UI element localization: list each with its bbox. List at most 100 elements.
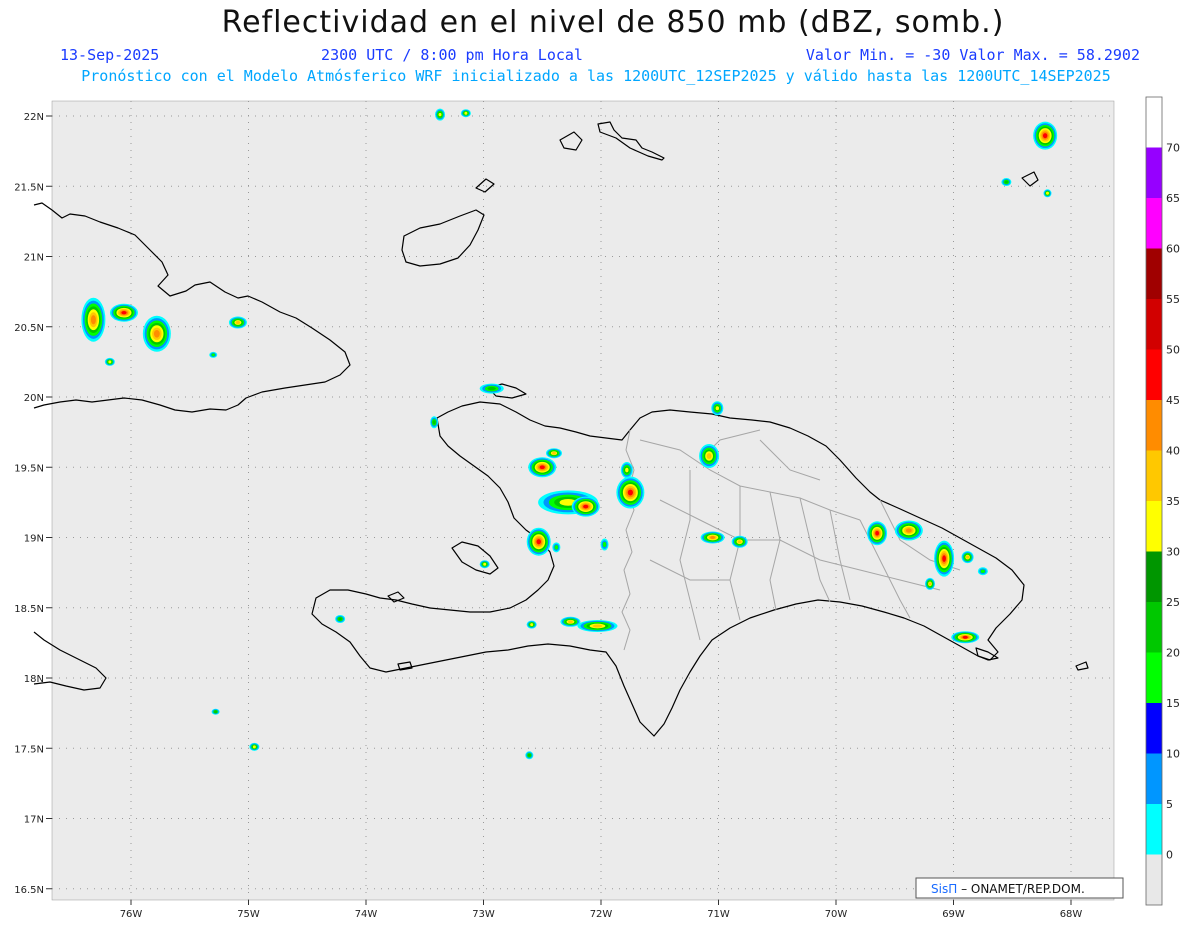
lon-tick-label: 71W xyxy=(707,909,730,920)
forecast-note: Pronóstico con el Modelo Atmósferico WRF… xyxy=(81,67,1111,85)
reflectivity-contour xyxy=(627,489,633,496)
legend-swatch xyxy=(1146,804,1162,855)
legend-swatch xyxy=(1146,97,1162,148)
lon-tick-label: 68W xyxy=(1060,909,1083,920)
legend-label: 65 xyxy=(1166,192,1180,205)
legend-label: 45 xyxy=(1166,394,1180,407)
legend-label: 15 xyxy=(1166,697,1180,710)
reflectivity-contour xyxy=(536,539,541,545)
forecast-time: 2300 UTC / 8:00 pm Hora Local xyxy=(321,46,583,64)
credit-accent: SisΠ xyxy=(931,882,957,896)
reflectivity-contour xyxy=(715,406,720,411)
legend-swatch xyxy=(1146,753,1162,804)
reflectivity-contour xyxy=(235,321,241,325)
lat-tick-label: 18.5N xyxy=(14,604,44,615)
legend-label: 40 xyxy=(1166,445,1180,458)
reflectivity-contour xyxy=(583,504,589,509)
reflectivity-contour xyxy=(625,467,629,473)
legend-swatch xyxy=(1146,551,1162,602)
reflectivity-contour xyxy=(1046,191,1049,195)
reflectivity-contour xyxy=(928,582,932,586)
longitude-labels: 76W 75W 74W 73W 72W 71W 70W 69W 68W xyxy=(120,900,1083,920)
lon-tick-label: 70W xyxy=(825,909,848,920)
legend-label: 25 xyxy=(1166,596,1180,609)
reflectivity-contour xyxy=(1042,133,1048,139)
reflectivity-contour xyxy=(153,329,160,338)
reflectivity-map-figure: Reflectividad en el nivel de 850 mb (dBZ… xyxy=(14,5,1180,920)
reflectivity-contour xyxy=(966,555,970,559)
lon-tick-label: 75W xyxy=(237,909,260,920)
reflectivity-contour xyxy=(1004,180,1009,184)
reflectivity-contour xyxy=(539,465,545,470)
legend-label: 0 xyxy=(1166,849,1173,862)
reflectivity-contour xyxy=(252,745,256,749)
legend-label: 30 xyxy=(1166,546,1180,559)
legend-swatch xyxy=(1146,147,1162,198)
reflectivity-contour xyxy=(464,111,468,115)
legend-label: 70 xyxy=(1166,142,1180,155)
reflectivity-contour xyxy=(568,620,573,624)
map-title: Reflectividad en el nivel de 850 mb (dBZ… xyxy=(222,5,1005,40)
reflectivity-contour xyxy=(706,453,712,459)
lat-tick-label: 18N xyxy=(24,674,44,685)
latitude-labels: 22N 21.5N 21N 20.5N 20N 19.5N 19N 18.5N 18N 17.5N… xyxy=(14,112,52,896)
lon-tick-label: 74W xyxy=(355,909,378,920)
legend-label: 55 xyxy=(1166,293,1180,306)
reflectivity-contour xyxy=(527,753,531,757)
legend-swatch xyxy=(1146,602,1162,653)
lat-tick-label: 21N xyxy=(24,253,44,264)
lat-tick-label: 16.5N xyxy=(14,885,44,896)
reflectivity-contour xyxy=(737,540,742,544)
legend-swatch xyxy=(1146,400,1162,451)
legend-label: 60 xyxy=(1166,243,1180,256)
reflectivity-contour xyxy=(530,623,534,627)
reflectivity-contour xyxy=(942,555,946,562)
lon-tick-label: 76W xyxy=(120,909,143,920)
lon-tick-label: 72W xyxy=(590,909,613,920)
lat-tick-label: 22N xyxy=(24,112,44,123)
lon-tick-label: 73W xyxy=(472,909,495,920)
reflectivity-contour xyxy=(905,528,912,533)
reflectivity-contour xyxy=(338,617,342,621)
legend-swatch xyxy=(1146,198,1162,249)
dbz-color-legend: 0 5 10 15 20 25 30 35 40 45 50 55 60 65 70 xyxy=(1145,96,1180,906)
legend-swatch xyxy=(1146,349,1162,400)
legend-swatch xyxy=(1146,501,1162,552)
reflectivity-contour xyxy=(592,624,603,628)
lat-tick-label: 17N xyxy=(24,815,44,826)
reflectivity-contour xyxy=(108,360,112,364)
reflectivity-contour xyxy=(121,311,127,315)
reflectivity-contour xyxy=(432,420,436,425)
legend-label: 10 xyxy=(1166,748,1180,761)
reflectivity-contour xyxy=(875,531,879,536)
legend-swatch xyxy=(1146,703,1162,754)
credit-text: SisΠ – ONAMET/REP.DOM. xyxy=(931,882,1085,896)
reflectivity-contour xyxy=(554,545,559,550)
lon-tick-label: 69W xyxy=(942,909,965,920)
legend-label: 20 xyxy=(1166,647,1180,660)
reflectivity-contour xyxy=(962,635,968,639)
lat-tick-label: 19N xyxy=(24,534,44,545)
value-min-max: Valor Min. = -30 Valor Max. = 58.2902 xyxy=(806,46,1140,64)
reflectivity-contour xyxy=(438,112,442,117)
legend-label: 35 xyxy=(1166,495,1180,508)
reflectivity-contour xyxy=(487,386,496,391)
reflectivity-contour xyxy=(211,353,216,357)
legend-label: 5 xyxy=(1166,798,1173,811)
lat-tick-label: 21.5N xyxy=(14,182,44,193)
legend-label: 50 xyxy=(1166,344,1180,357)
forecast-date: 13-Sep-2025 xyxy=(60,46,159,64)
reflectivity-contour xyxy=(602,541,607,548)
lat-tick-label: 17.5N xyxy=(14,744,44,755)
legend-swatch xyxy=(1146,299,1162,350)
legend-swatch xyxy=(1146,652,1162,703)
legend-swatch xyxy=(1146,450,1162,501)
reflectivity-contour xyxy=(483,562,487,566)
legend-swatch xyxy=(1146,248,1162,299)
reflectivity-contour xyxy=(214,710,218,714)
lat-tick-label: 20N xyxy=(24,393,44,404)
reflectivity-contour xyxy=(552,451,556,455)
lat-tick-label: 19.5N xyxy=(14,463,44,474)
legend-swatch xyxy=(1146,854,1162,905)
credit-org: – ONAMET/REP.DOM. xyxy=(961,882,1085,896)
